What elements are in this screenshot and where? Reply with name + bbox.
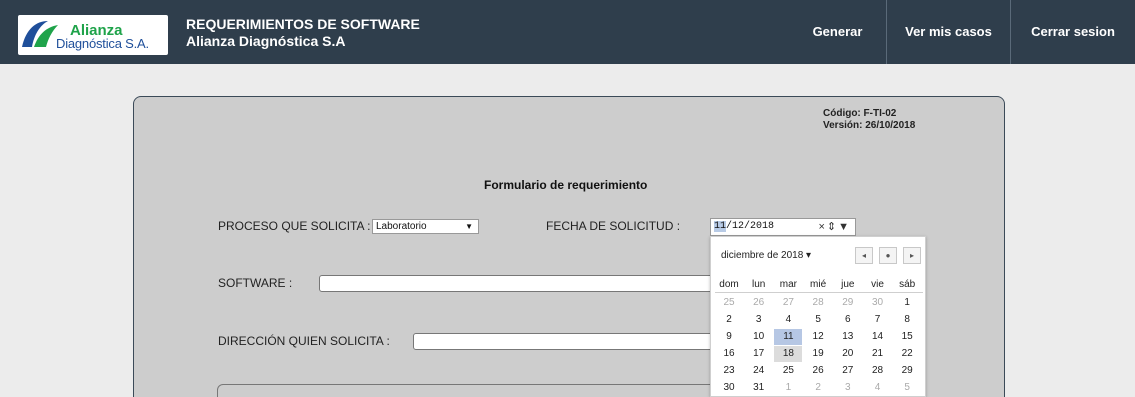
next-month-icon[interactable]: ▸ xyxy=(903,247,921,264)
date-controls: ×⇕▼ xyxy=(818,219,851,235)
fecha-day-segment[interactable]: 11 xyxy=(714,221,727,232)
direccion-label: DIRECCIÓN QUIEN SOLICITA : xyxy=(218,334,390,348)
date-picker-popup: diciembre de 2018 ▾ ◂ ● ▸ dom lun mar mié ju… xyxy=(710,236,926,397)
today-dot-icon[interactable]: ● xyxy=(879,247,897,264)
calendar-day[interactable]: 3 xyxy=(834,380,862,396)
calendar-week-row: 25 26 27 28 29 30 1 xyxy=(715,295,923,312)
calendar-day[interactable]: 5 xyxy=(893,380,921,396)
calendar-day[interactable]: 6 xyxy=(834,312,862,328)
calendar-day[interactable]: 2 xyxy=(804,380,832,396)
calendar-day[interactable]: 26 xyxy=(745,295,773,311)
calendar-day[interactable]: 21 xyxy=(864,346,892,362)
calendar-day[interactable]: 16 xyxy=(715,346,743,362)
calendar-day[interactable]: 14 xyxy=(864,329,892,345)
calendar-day[interactable]: 27 xyxy=(834,363,862,379)
header-title-line1: REQUERIMIENTOS DE SOFTWARE xyxy=(186,16,420,32)
company-logo[interactable]: Alianza Diagnóstica S.A. xyxy=(18,15,168,55)
clear-icon[interactable]: × xyxy=(818,221,826,233)
document-code: Código: F-TI-02 Versión: 26/10/2018 xyxy=(823,108,915,132)
calendar-day[interactable]: 28 xyxy=(804,295,832,311)
weekday-4: jue xyxy=(841,279,855,290)
calendar-day[interactable]: 22 xyxy=(893,346,921,362)
calendar-day[interactable]: 9 xyxy=(715,329,743,345)
logo-text-diagnostica: Diagnóstica S.A. xyxy=(56,36,149,51)
calendar-day[interactable]: 20 xyxy=(834,346,862,362)
calendar-week-row: 16 17 18 19 20 21 22 xyxy=(715,346,923,363)
calendar-day[interactable]: 17 xyxy=(745,346,773,362)
nav-ver-mis-casos[interactable]: Ver mis casos xyxy=(886,0,1010,64)
calendar-day[interactable]: 15 xyxy=(893,329,921,345)
calendar-day[interactable]: 13 xyxy=(834,329,862,345)
weekday-1: lun xyxy=(752,279,766,290)
calendar-day[interactable]: 12 xyxy=(804,329,832,345)
next-section-box xyxy=(217,384,717,397)
direccion-input[interactable] xyxy=(413,333,719,350)
proceso-select[interactable]: Laboratorio ▼ xyxy=(372,219,479,234)
version-text: Versión: 26/10/2018 xyxy=(823,120,916,131)
calendar-day[interactable]: 7 xyxy=(864,312,892,328)
header-title-line2: Alianza Diagnóstica S.A xyxy=(186,33,346,49)
dropdown-arrow-icon: ▼ xyxy=(465,222,473,231)
weekday-3: mié xyxy=(810,279,827,290)
calendar-day[interactable]: 10 xyxy=(745,329,773,345)
calendar-day[interactable]: 30 xyxy=(715,380,743,396)
weekday-header: dom lun mar mié jue vie sáb xyxy=(715,277,923,293)
proceso-label: PROCESO QUE SOLICITA : xyxy=(218,219,371,233)
weekday-6: sáb xyxy=(899,279,916,290)
calendar-day[interactable]: 28 xyxy=(864,363,892,379)
calendar-day[interactable]: 1 xyxy=(774,380,802,396)
calendar-day[interactable]: 19 xyxy=(804,346,832,362)
calendar-week-row: 30 31 1 2 3 4 5 xyxy=(715,380,923,397)
code-text: Código: F-TI-02 xyxy=(823,108,897,119)
calendar-week-row: 9 10 11 12 13 14 15 xyxy=(715,329,923,346)
calendar-week-row: 2345678 xyxy=(715,312,923,329)
nav-cerrar-sesion[interactable]: Cerrar sesion xyxy=(1010,0,1135,64)
nav-generar[interactable]: Generar xyxy=(789,0,886,64)
calendar-day[interactable]: 18 xyxy=(774,346,803,362)
calendar-day[interactable]: 25 xyxy=(715,295,743,311)
software-label: SOFTWARE : xyxy=(218,276,293,290)
calendar-day[interactable]: 5 xyxy=(804,312,832,328)
calendar-day[interactable]: 31 xyxy=(745,380,773,396)
form-title: Formulario de requerimiento xyxy=(484,178,648,192)
calendar-day[interactable]: 25 xyxy=(774,363,802,379)
prev-month-icon[interactable]: ◂ xyxy=(855,247,873,264)
weekday-2: mar xyxy=(779,279,797,290)
software-input[interactable] xyxy=(319,275,719,292)
calendar-day[interactable]: 11 xyxy=(774,329,803,345)
month-selector[interactable]: diciembre de 2018 ▾ xyxy=(721,250,811,261)
fecha-date-input[interactable]: 11/12/2018 ×⇕▼ xyxy=(710,218,856,236)
calendar-day[interactable]: 3 xyxy=(745,312,773,328)
fecha-label: FECHA DE SOLICITUD : xyxy=(546,219,681,233)
calendar-day[interactable]: 4 xyxy=(864,380,892,396)
calendar-day[interactable]: 27 xyxy=(774,295,802,311)
weekday-0: dom xyxy=(719,279,739,290)
calendar-day[interactable]: 2 xyxy=(715,312,743,328)
fecha-rest-segment[interactable]: /12/2018 xyxy=(726,221,774,232)
calendar-toggle-icon[interactable]: ▼ xyxy=(838,221,851,233)
calendar-day[interactable]: 30 xyxy=(864,295,892,311)
calendar-day[interactable]: 8 xyxy=(893,312,921,328)
header-title: REQUERIMIENTOS DE SOFTWARE Alianza Diagn… xyxy=(186,16,420,50)
calendar-day[interactable]: 1 xyxy=(893,295,921,311)
spin-icon[interactable]: ⇕ xyxy=(827,221,838,233)
calendar-day[interactable]: 4 xyxy=(774,312,802,328)
proceso-select-value: Laboratorio xyxy=(376,221,427,232)
weekday-5: vie xyxy=(871,279,884,290)
calendar-day[interactable]: 26 xyxy=(804,363,832,379)
calendar-day[interactable]: 29 xyxy=(834,295,862,311)
calendar-day[interactable]: 29 xyxy=(893,363,921,379)
top-header: Alianza Diagnóstica S.A. REQUERIMIENTOS … xyxy=(0,0,1135,64)
calendar-week-row: 23 24 25 26 27 28 29 xyxy=(715,363,923,380)
calendar-day[interactable]: 24 xyxy=(745,363,773,379)
calendar-day[interactable]: 23 xyxy=(715,363,743,379)
